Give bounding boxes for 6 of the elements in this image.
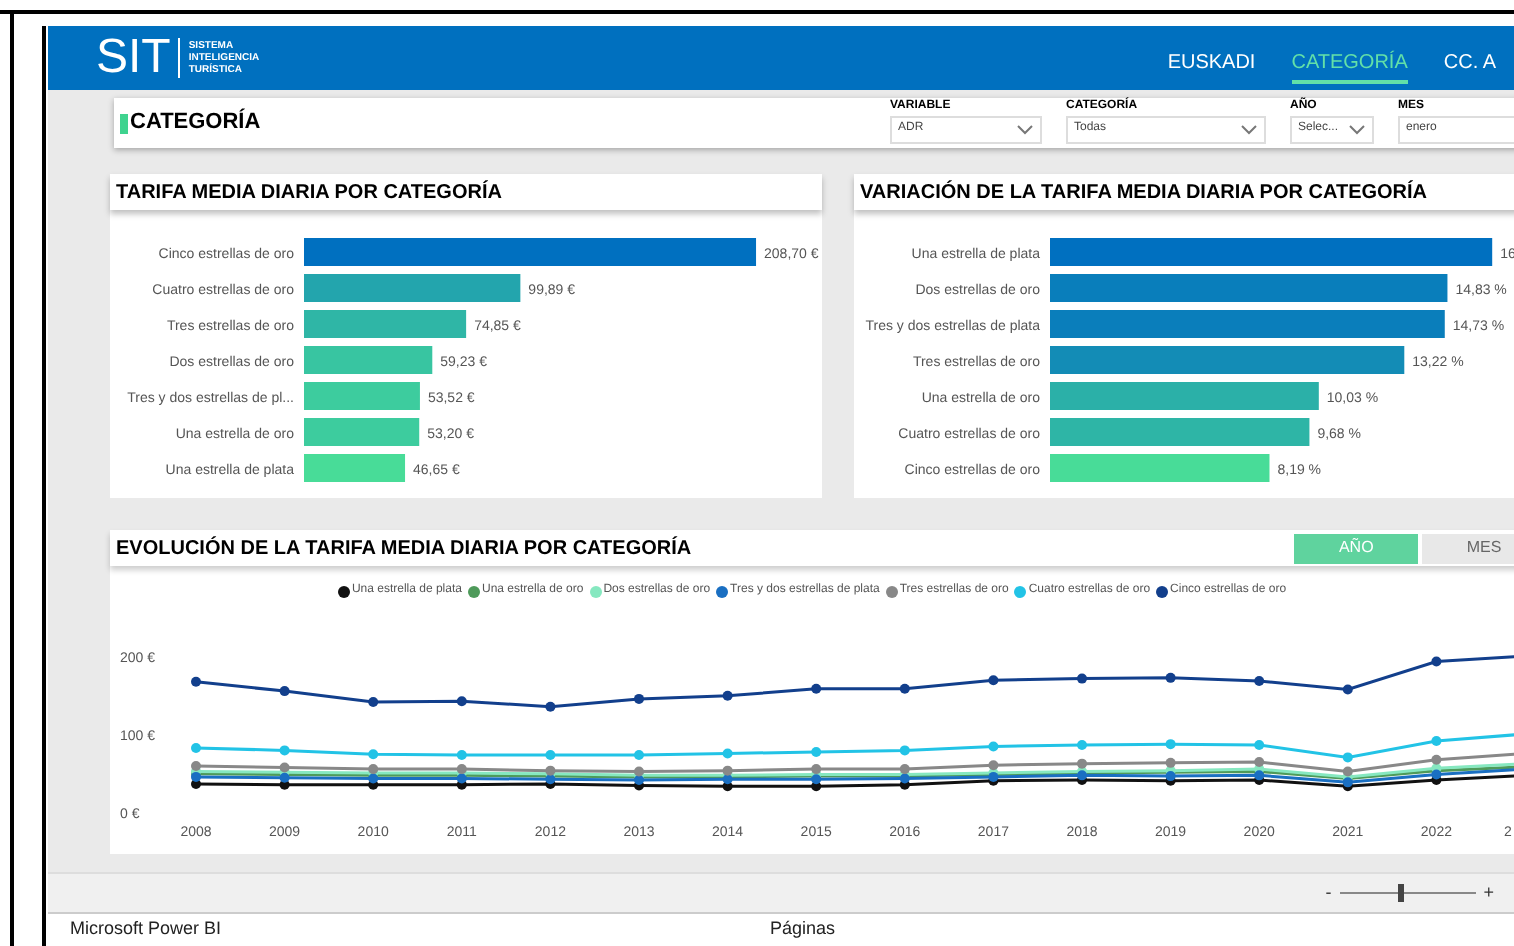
card-title: EVOLUCIÓN DE LA TARIFA MEDIA DIARIA POR CATEGORÍA — [116, 534, 694, 563]
panel-title: CATEGORÍA — [130, 106, 263, 139]
logo-text: SIT — [96, 34, 171, 82]
card-title: VARIACIÓN DE LA TARIFA MEDIA DIARIA POR CATEGORÍA — [860, 178, 1428, 207]
brand-text: Microsoft Power BI — [70, 916, 224, 943]
card-title: TARIFA MEDIA DIARIA POR CATEGORÍA — [116, 178, 502, 207]
